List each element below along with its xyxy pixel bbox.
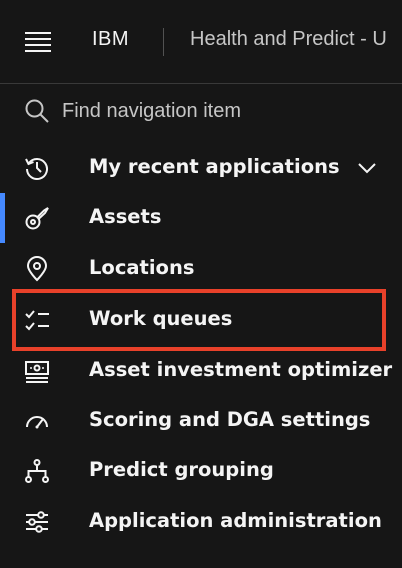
nav-item-label: Predict grouping	[89, 458, 274, 481]
chevron-down-icon[interactable]	[356, 159, 378, 177]
hamburger-menu-button[interactable]	[16, 22, 60, 62]
brand-logo-text[interactable]: IBM	[92, 28, 129, 51]
hamburger-menu-icon	[25, 32, 51, 52]
nav-item-label: My recent applications	[89, 155, 340, 178]
nav-item-assets[interactable]: Assets	[0, 193, 402, 243]
app-name[interactable]: Health and Predict - U	[190, 28, 402, 51]
recent-history-icon	[25, 158, 48, 180]
hierarchy-icon	[25, 459, 49, 483]
location-pin-icon	[26, 256, 48, 282]
nav-item-application-administration[interactable]: Application administration	[0, 497, 402, 547]
search-input[interactable]	[62, 96, 382, 126]
investment-optimizer-icon	[25, 361, 49, 383]
settings-sliders-icon	[26, 511, 48, 533]
highlight-annotation-box	[12, 289, 386, 351]
nav-item-label: Assets	[89, 205, 162, 228]
app-header: IBM Health and Predict - U	[0, 0, 402, 84]
nav-item-label: Application administration	[89, 509, 382, 532]
nav-item-label: Locations	[89, 256, 195, 279]
meter-icon	[26, 416, 48, 429]
search-icon	[25, 99, 49, 123]
header-divider	[163, 28, 164, 56]
nav-item-label: Scoring and DGA settings	[89, 408, 371, 431]
nav-search	[0, 88, 402, 134]
nav-item-scoring-dga-settings[interactable]: Scoring and DGA settings	[0, 396, 402, 446]
nav-item-locations[interactable]: Locations	[0, 244, 402, 294]
nav-item-recent-applications[interactable]: My recent applications	[0, 143, 402, 193]
nav-item-asset-investment-optimizer[interactable]: Asset investment optimizer	[0, 346, 402, 396]
nav-item-predict-grouping[interactable]: Predict grouping	[0, 446, 402, 496]
nav-item-label: Asset investment optimizer	[89, 358, 393, 381]
assets-icon	[25, 207, 49, 230]
